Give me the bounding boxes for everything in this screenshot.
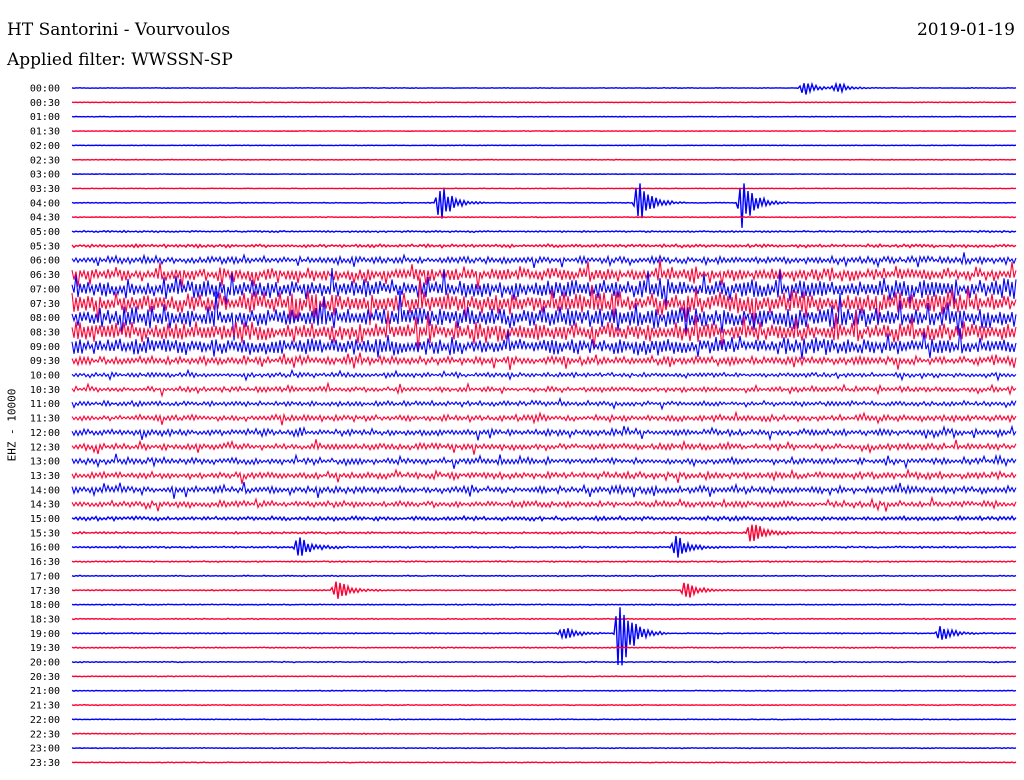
row-label-1530: 15:30 — [30, 528, 60, 539]
row-label-1900: 19:00 — [30, 629, 60, 640]
row-label-2330: 23:30 — [30, 758, 60, 769]
row-label-1500: 15:00 — [30, 514, 60, 525]
row-label-1700: 17:00 — [30, 571, 60, 582]
row-label-1330: 13:30 — [30, 471, 60, 482]
row-label-1400: 14:00 — [30, 485, 60, 496]
row-label-2030: 20:30 — [30, 672, 60, 683]
row-label-2300: 23:00 — [30, 744, 60, 755]
trace-1300 — [71, 453, 1017, 470]
trace-0000 — [71, 81, 1017, 95]
row-label-2000: 20:00 — [30, 658, 60, 669]
trace-0430 — [71, 215, 1017, 219]
trace-2130 — [71, 703, 1017, 707]
row-label-2130: 21:30 — [30, 701, 60, 712]
trace-1000 — [71, 368, 1017, 382]
trace-0230 — [71, 158, 1017, 161]
row-label-0630: 06:30 — [30, 270, 60, 281]
row-label-1630: 16:30 — [30, 557, 60, 568]
trace-1900 — [71, 607, 1017, 666]
row-label-0800: 08:00 — [30, 313, 60, 324]
row-label-1430: 14:30 — [30, 500, 60, 511]
row-label-1100: 11:00 — [30, 399, 60, 410]
trace-1200 — [71, 424, 1017, 442]
row-label-0030: 00:30 — [30, 98, 60, 109]
row-label-0100: 01:00 — [30, 112, 60, 123]
trace-0530 — [71, 242, 1017, 249]
trace-2100 — [71, 689, 1017, 692]
trace-1130 — [71, 410, 1017, 426]
row-label-1200: 12:00 — [30, 428, 60, 439]
row-label-0700: 07:00 — [30, 284, 60, 295]
trace-2000 — [71, 660, 1017, 664]
row-label-0930: 09:30 — [30, 356, 60, 367]
row-label-2100: 21:00 — [30, 686, 60, 697]
trace-1600 — [71, 535, 1017, 558]
row-label-1230: 12:30 — [30, 442, 60, 453]
row-label-1300: 13:00 — [30, 457, 60, 468]
trace-1030 — [71, 381, 1017, 398]
row-label-1130: 11:30 — [30, 414, 60, 425]
trace-1800 — [71, 603, 1017, 606]
row-label-1800: 18:00 — [30, 600, 60, 611]
row-label-0430: 04:30 — [30, 213, 60, 224]
trace-0300 — [71, 172, 1017, 176]
row-label-0730: 07:30 — [30, 299, 60, 310]
row-label-0000: 00:00 — [30, 84, 60, 95]
trace-0200 — [71, 144, 1017, 147]
trace-2030 — [71, 675, 1017, 678]
row-label-2230: 22:30 — [30, 729, 60, 740]
trace-2330 — [71, 761, 1017, 764]
row-label-0200: 02:00 — [30, 141, 60, 152]
trace-2300 — [71, 746, 1017, 750]
trace-2230 — [71, 732, 1017, 735]
trace-0030 — [71, 101, 1017, 104]
trace-1830 — [71, 617, 1017, 621]
row-label-0330: 03:30 — [30, 184, 60, 195]
trace-0130 — [71, 129, 1017, 133]
row-label-0400: 04:00 — [30, 198, 60, 209]
trace-0100 — [71, 115, 1017, 118]
row-label-0500: 05:00 — [30, 227, 60, 238]
row-label-1730: 17:30 — [30, 586, 60, 597]
trace-1330 — [71, 467, 1017, 485]
trace-1400 — [71, 481, 1017, 499]
trace-2200 — [71, 718, 1017, 721]
trace-1700 — [71, 574, 1017, 578]
trace-1930 — [71, 646, 1017, 650]
row-label-1930: 19:30 — [30, 643, 60, 654]
trace-1430 — [71, 495, 1017, 512]
trace-1230 — [71, 439, 1017, 455]
trace-1500 — [71, 514, 1017, 523]
row-label-0900: 09:00 — [30, 342, 60, 353]
row-label-1830: 18:30 — [30, 614, 60, 625]
row-label-0830: 08:30 — [30, 327, 60, 338]
row-label-2200: 22:00 — [30, 715, 60, 726]
row-label-1600: 16:00 — [30, 543, 60, 554]
row-label-0300: 03:00 — [30, 170, 60, 181]
trace-0400 — [71, 183, 1017, 228]
trace-1100 — [71, 396, 1017, 411]
trace-1530 — [71, 524, 1017, 542]
row-label-1030: 10:30 — [30, 385, 60, 396]
trace-1630 — [71, 560, 1017, 564]
trace-0600 — [71, 252, 1017, 269]
trace-1730 — [71, 581, 1017, 599]
row-label-1000: 10:00 — [30, 371, 60, 382]
row-label-0530: 05:30 — [30, 241, 60, 252]
row-label-0600: 06:00 — [30, 256, 60, 267]
row-label-0230: 02:30 — [30, 155, 60, 166]
row-label-0130: 01:30 — [30, 127, 60, 138]
trace-0500 — [71, 229, 1017, 234]
seismogram-plot: 00:00 00:30 01:00 01:30 02:00 02:30 03:00 03:30… — [30, 81, 1017, 769]
trace-0330 — [71, 187, 1017, 190]
